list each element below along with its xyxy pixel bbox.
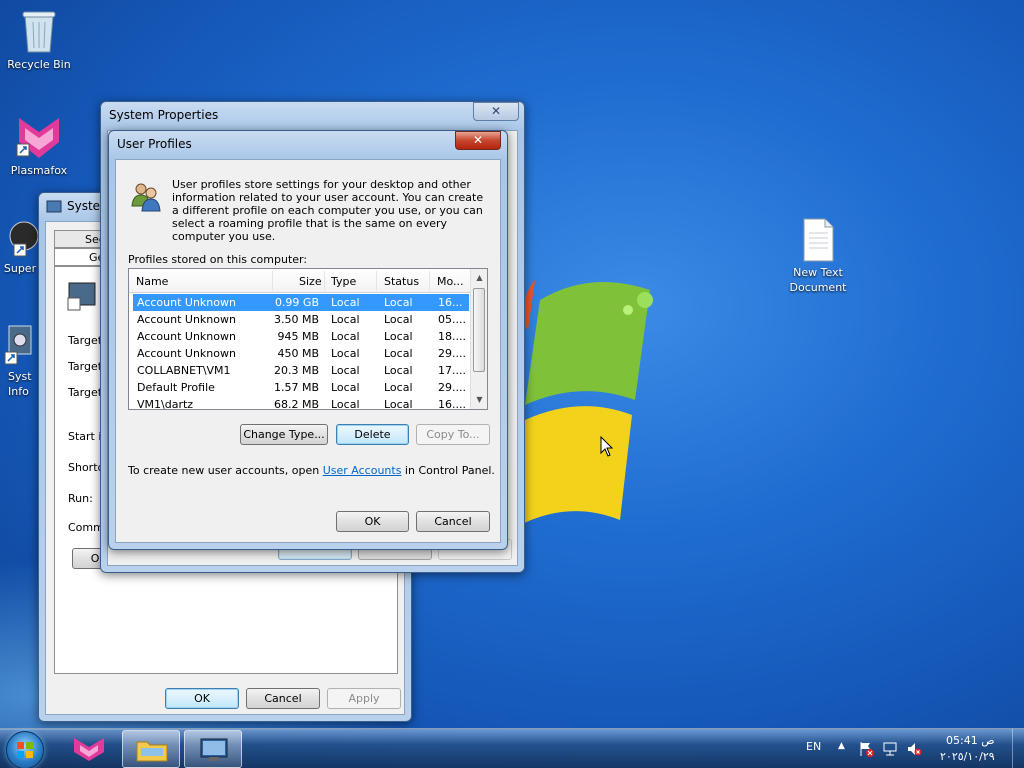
- network-icon[interactable]: [882, 741, 898, 757]
- table-row[interactable]: Account Unknown 945 MB Local Local 18...…: [133, 328, 469, 345]
- taskbar-plasmafox[interactable]: [60, 730, 118, 768]
- clock-time[interactable]: 05:41 ص: [946, 734, 995, 747]
- desktop-icon-recycle-bin[interactable]: Recycle Bin: [1, 6, 77, 72]
- cancel-button[interactable]: Cancel: [416, 511, 490, 532]
- table-row[interactable]: Account Unknown 450 MB Local Local 29...…: [133, 345, 469, 362]
- footer-text: To create new user accounts, open User A…: [128, 464, 495, 477]
- windows-logo-wallpaper: [520, 280, 653, 525]
- system-properties-icon: [200, 738, 228, 761]
- vertical-scrollbar[interactable]: ▲ ▼: [470, 269, 487, 409]
- window-title: System Properties: [109, 108, 219, 122]
- windows-logo-icon: [17, 742, 33, 758]
- desktop-icon-label: New Text Document: [789, 266, 847, 294]
- plasmafox-icon: [16, 118, 59, 158]
- target-location-label: Target: [68, 360, 103, 373]
- profiles-list[interactable]: Name Size Type Status Mo... Account Unkn…: [128, 268, 488, 410]
- text-document-icon: [803, 218, 834, 262]
- cancel-button[interactable]: Cancel: [246, 688, 320, 709]
- apply-button[interactable]: Apply: [327, 688, 401, 709]
- clock-date[interactable]: ٢٠٢٥/١٠/٢٩: [940, 750, 995, 763]
- show-desktop-button[interactable]: [1012, 729, 1024, 768]
- table-row[interactable]: COLLABNET\VM1 20.3 MB Local Local 17....: [133, 362, 469, 379]
- shortcut-icon: [67, 282, 96, 311]
- copy-to-button[interactable]: Copy To...: [416, 424, 490, 445]
- column-header-name[interactable]: Name: [136, 275, 168, 288]
- table-row[interactable]: Account Unknown 0.99 GB Local Local 16..…: [133, 294, 469, 311]
- plasmafox-icon: [74, 738, 104, 761]
- dialog-title: User Profiles: [117, 137, 192, 151]
- scroll-down-icon[interactable]: ▼: [471, 391, 487, 408]
- language-indicator[interactable]: EN: [806, 740, 821, 753]
- list-header: Name Size Type Status Mo...: [129, 269, 471, 293]
- volume-muted-icon[interactable]: [906, 741, 922, 757]
- target-type-label: Target: [68, 334, 103, 347]
- users-icon: [131, 183, 161, 212]
- recycle-bin-icon: [22, 11, 56, 53]
- ok-button[interactable]: OK: [336, 511, 409, 532]
- desktop-icon-label: Plasmafox: [10, 164, 68, 177]
- desktop-icon-label: Recycle Bin: [7, 58, 71, 71]
- desktop-icon-plasmafox[interactable]: Plasmafox: [1, 114, 77, 178]
- table-row[interactable]: VM1\dartz 68.2 MB Local Local 16....: [133, 396, 469, 409]
- super-app-icon: [9, 221, 39, 257]
- mouse-cursor-icon: [600, 436, 614, 457]
- close-button[interactable]: ✕: [455, 131, 501, 150]
- start-button[interactable]: [6, 731, 44, 768]
- dialog-client-area: User profiles store settings for your de…: [115, 159, 501, 543]
- folder-icon: [136, 741, 168, 762]
- user-accounts-link[interactable]: User Accounts: [323, 464, 402, 477]
- description-text: User profiles store settings for your de…: [172, 178, 484, 243]
- taskbar-explorer[interactable]: [122, 730, 180, 768]
- column-header-modified[interactable]: Mo...: [437, 275, 464, 288]
- column-header-size[interactable]: Size: [299, 275, 322, 288]
- desktop-icon-label: Super: [3, 262, 37, 275]
- table-row[interactable]: Account Unknown 3.50 MB Local Local 05..…: [133, 311, 469, 328]
- taskbar-system-properties[interactable]: [184, 730, 242, 768]
- scrollbar-thumb[interactable]: [473, 288, 485, 372]
- ok-button[interactable]: OK: [165, 688, 239, 709]
- system-window-icon: [46, 200, 62, 213]
- run-label: Run:: [68, 492, 93, 505]
- target-label: Target: [68, 386, 103, 399]
- delete-button[interactable]: Delete: [336, 424, 409, 445]
- change-type-button[interactable]: Change Type...: [240, 424, 328, 445]
- show-hidden-icons-icon[interactable]: ▲: [838, 741, 845, 751]
- action-center-icon[interactable]: [858, 741, 874, 757]
- close-button[interactable]: ✕: [473, 102, 519, 121]
- profiles-label: Profiles stored on this computer:: [128, 253, 308, 266]
- user-profiles-dialog[interactable]: User Profiles ✕ User profiles store sett…: [108, 130, 508, 550]
- scroll-up-icon[interactable]: ▲: [471, 269, 487, 286]
- system-info-icon: [4, 325, 32, 365]
- desktop-icon-new-text-document[interactable]: New Text Document: [780, 218, 856, 295]
- column-header-type[interactable]: Type: [331, 275, 356, 288]
- table-row[interactable]: Default Profile 1.57 MB Local Local 29..…: [133, 379, 469, 396]
- column-header-status[interactable]: Status: [384, 275, 419, 288]
